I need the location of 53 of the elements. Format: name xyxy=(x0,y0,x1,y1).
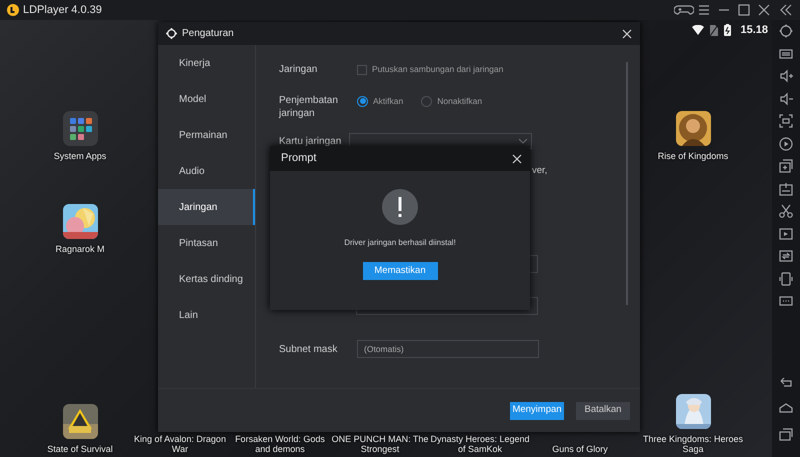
message-text: Driver jaringan berhasil diinstal! xyxy=(344,237,456,249)
field-label: Jaringan xyxy=(279,63,318,76)
app-label: King of Avalon: Dragon War xyxy=(133,434,227,454)
window-title: LDPlayer 4.0.39 xyxy=(23,2,102,18)
cancel-button[interactable]: Batalkan xyxy=(576,402,630,420)
warning-icon xyxy=(382,189,418,225)
nav-tab[interactable]: Jaringan xyxy=(158,189,255,225)
radio-label: Nonaktifkan xyxy=(437,95,482,108)
scrollbar[interactable] xyxy=(626,62,628,305)
wifi-icon xyxy=(692,25,704,36)
app-label: Dynasty Heroes: Legend of SamKok xyxy=(430,434,530,454)
app-label: ONE PUNCH MAN: The Strongest xyxy=(330,434,430,454)
app-label: Forsaken World: Gods and demons xyxy=(234,434,326,454)
description-text: ver, xyxy=(532,164,548,178)
dialog-title: Prompt xyxy=(281,151,316,166)
nav-tab[interactable]: Audio xyxy=(158,153,255,189)
caret-icon[interactable] xyxy=(519,138,527,144)
close-icon[interactable] xyxy=(622,28,632,38)
checkbox-label: Putuskan sambungan dari jaringan xyxy=(372,63,504,76)
scissors-icon[interactable] xyxy=(777,202,795,220)
shake-icon[interactable] xyxy=(777,270,795,288)
dialog-title: Pengaturan xyxy=(182,27,234,41)
play-icon[interactable] xyxy=(777,134,795,152)
nav-tab[interactable]: Permainan xyxy=(158,117,255,153)
field-label: Penjembatan jaringan xyxy=(279,94,339,120)
app-label: Ragnarok M xyxy=(55,244,105,254)
settings-icon[interactable] xyxy=(777,22,795,40)
battery-icon xyxy=(724,24,732,36)
input-field[interactable]: (Otomatis) xyxy=(357,340,539,358)
settings-icon xyxy=(166,28,177,39)
no-sim-icon xyxy=(710,24,718,36)
nav-tab[interactable]: Lain xyxy=(158,297,255,333)
app-label: State of Survival xyxy=(47,444,113,454)
nav-tab[interactable]: Model xyxy=(158,81,255,117)
app-label: Three Kingdoms: Heroes Saga xyxy=(642,434,744,454)
folder-icon[interactable] xyxy=(62,111,98,146)
radio-button[interactable] xyxy=(357,96,368,107)
app-label: Rise of Kingdoms xyxy=(658,151,728,161)
checkbox[interactable] xyxy=(357,64,367,74)
radio-button[interactable] xyxy=(421,96,432,107)
field-label: Kartu jaringan xyxy=(279,134,342,148)
fullscreen-icon[interactable] xyxy=(777,112,795,130)
app-logo-icon xyxy=(7,4,19,16)
nav-tab[interactable]: Pintasan xyxy=(158,225,255,261)
app-label: Guns of Glory xyxy=(552,444,608,454)
radio-label: Aktifkan xyxy=(373,95,404,108)
app-label: System Apps xyxy=(54,151,106,161)
nav-tab[interactable]: Kinerja xyxy=(158,45,255,81)
clock-time: 15.18 xyxy=(740,23,768,38)
field-label: Subnet mask xyxy=(279,342,338,356)
nav-tab[interactable]: Kertas dinding xyxy=(158,261,255,297)
add-window-icon[interactable] xyxy=(777,157,795,175)
close-icon[interactable] xyxy=(512,154,522,164)
